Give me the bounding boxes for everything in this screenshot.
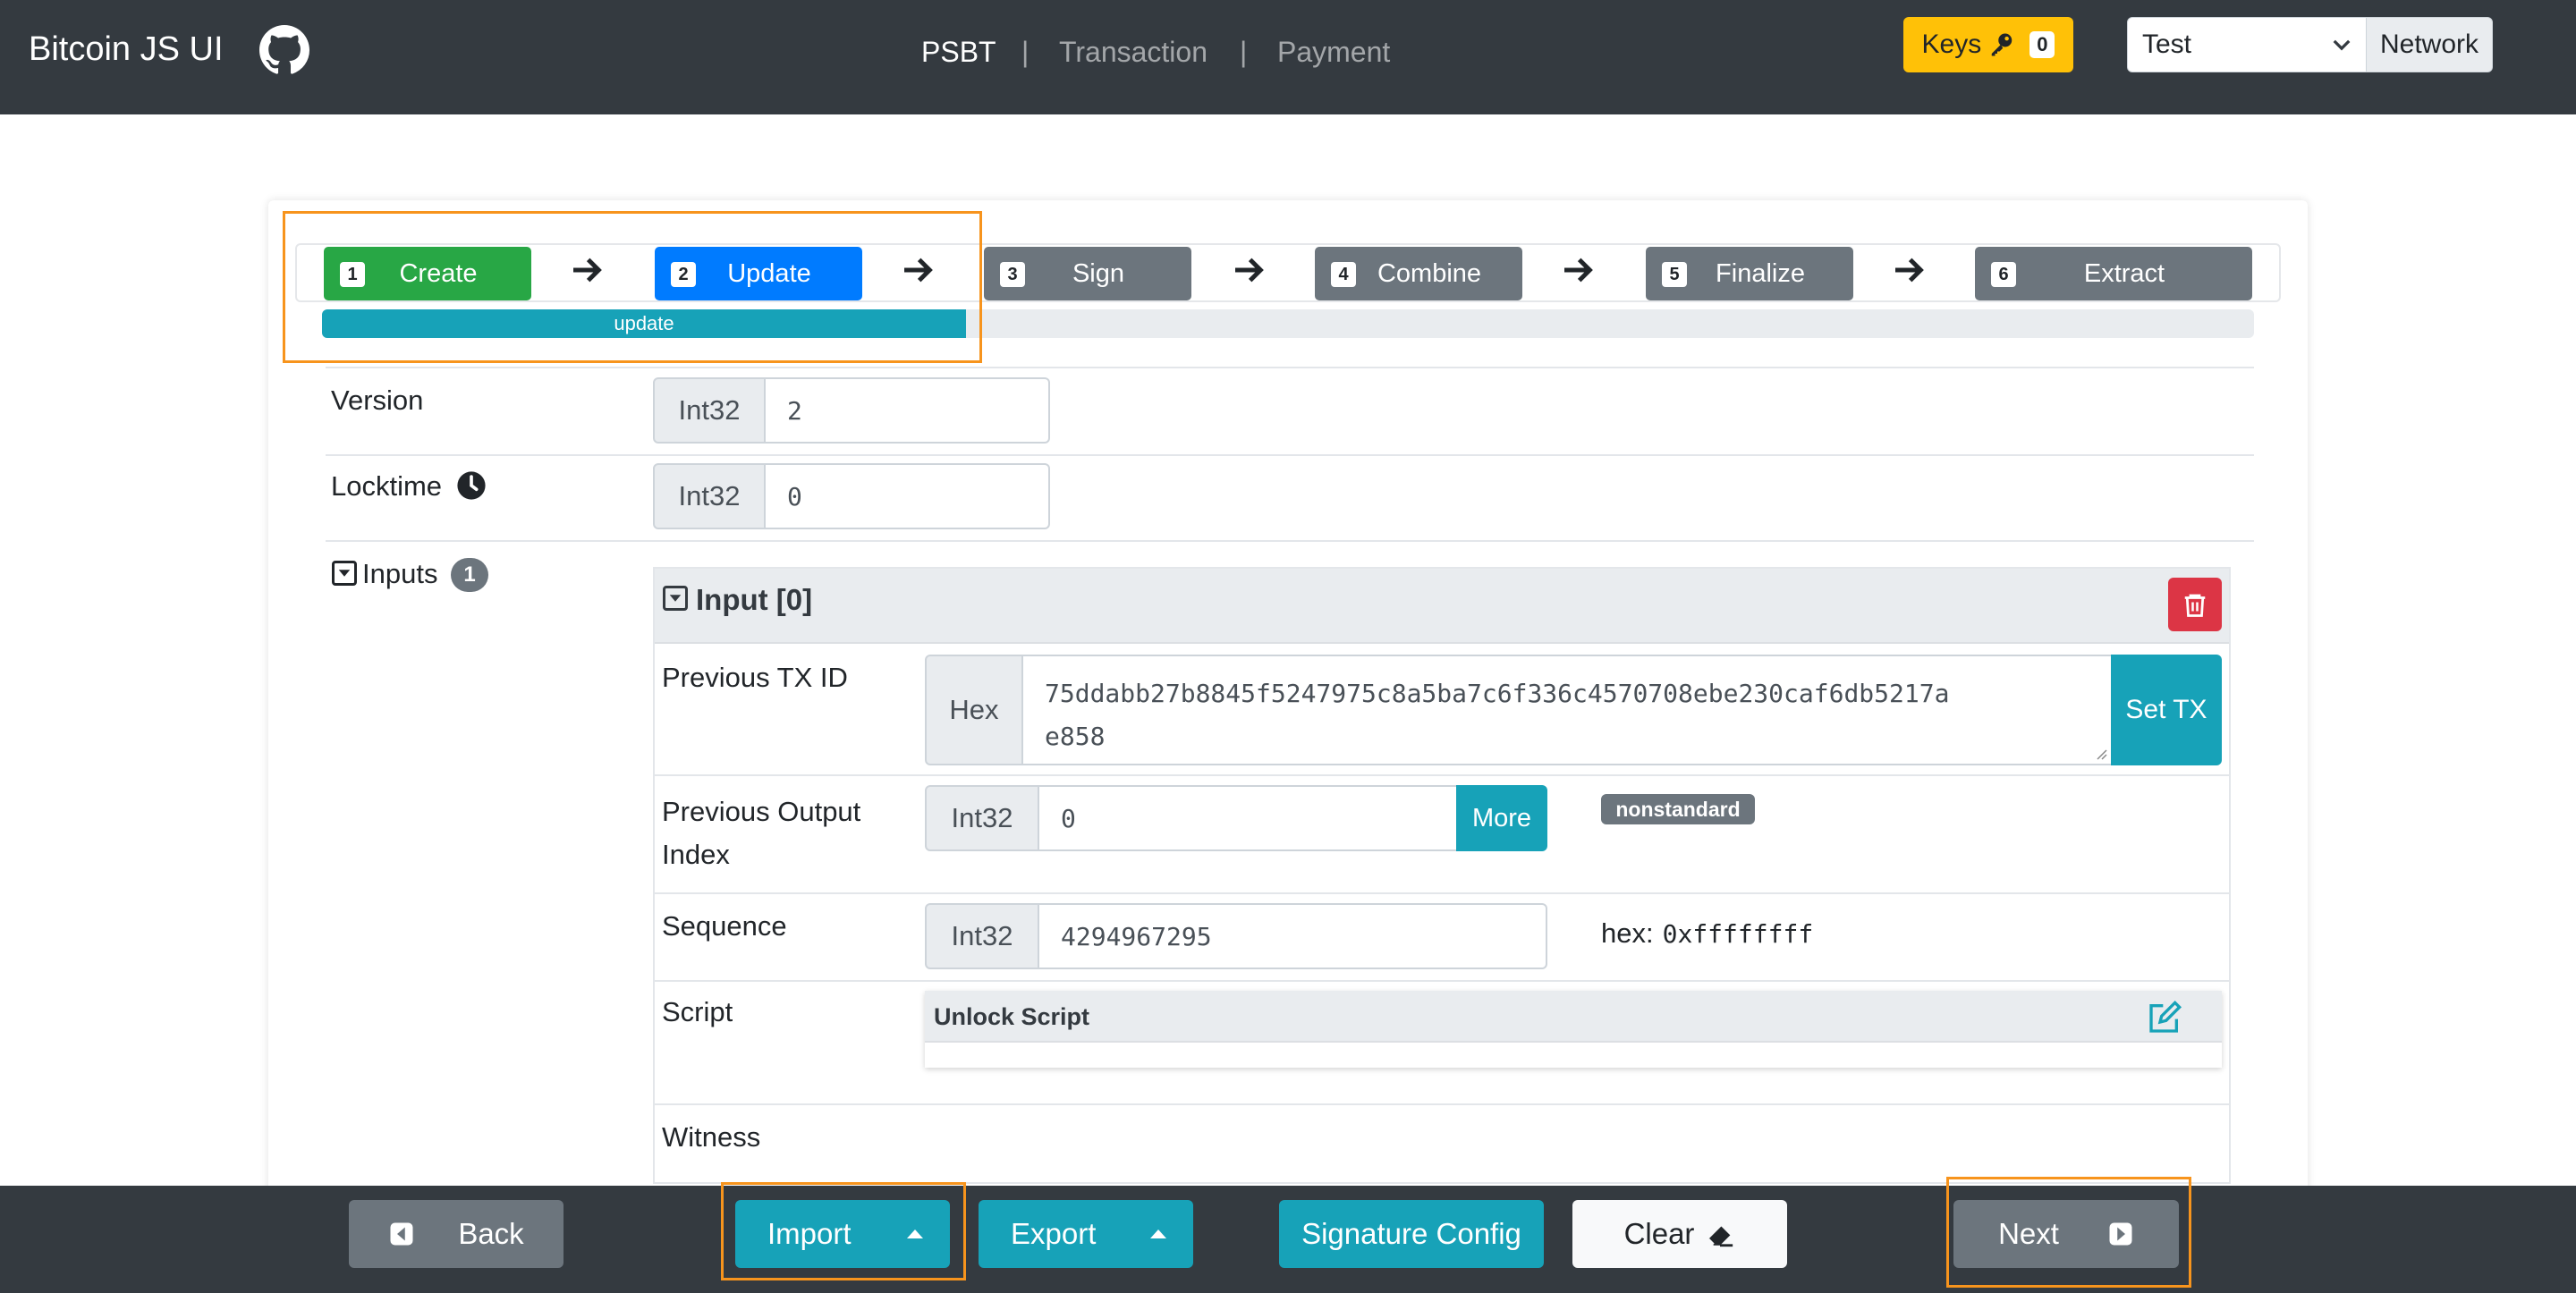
script-label: Script <box>662 996 733 1027</box>
eraser-icon <box>1707 1226 1733 1247</box>
chevron-down-icon <box>2333 39 2351 51</box>
unlock-script-header <box>925 991 2222 1043</box>
highlight-box <box>283 211 982 363</box>
prev-txid-type-label: Hex <box>925 655 1023 765</box>
divider <box>655 892 2229 894</box>
input-0-title: Input [0] <box>696 583 813 616</box>
arrow-right-icon <box>1235 258 1264 283</box>
resize-handle-icon[interactable] <box>2093 746 2107 760</box>
witness-label: Witness <box>662 1121 761 1153</box>
step-number: 5 <box>1662 262 1687 287</box>
prev-index-label-line2: Index <box>662 839 730 870</box>
divider <box>326 454 2254 456</box>
prev-txid-input-group: Hex 75ddabb27b8845f5247975c8a5ba7c6f336c… <box>925 655 2222 765</box>
clock-icon[interactable] <box>456 470 487 501</box>
divider <box>655 980 2229 982</box>
prev-index-input[interactable]: 0 <box>1039 785 1456 851</box>
inputs-count-badge: 1 <box>451 558 488 592</box>
back-button[interactable]: Back <box>349 1200 564 1268</box>
clear-label: Clear <box>1623 1217 1695 1250</box>
arrow-right-icon <box>1895 258 1924 283</box>
delete-input-button[interactable] <box>2168 578 2222 631</box>
step-number: 4 <box>1331 262 1356 287</box>
more-button[interactable]: More <box>1456 785 1547 851</box>
locktime-input-group: Int32 0 <box>653 463 1050 529</box>
collapse-icon[interactable] <box>331 560 358 587</box>
keys-label: Keys <box>1921 30 1982 59</box>
inputs-label: Inputs <box>362 558 438 589</box>
prev-txid-textarea[interactable]: 75ddabb27b8845f5247975c8a5ba7c6f336c4570… <box>1023 655 2111 765</box>
locktime-label: Locktime <box>331 470 443 502</box>
nav-separator: | <box>1021 36 1030 68</box>
export-button[interactable]: Export <box>979 1200 1193 1268</box>
version-input[interactable]: 2 <box>766 377 1050 444</box>
highlight-box <box>1946 1177 2191 1288</box>
nav-separator: | <box>1240 36 1248 68</box>
version-input-group: Int32 2 <box>653 377 1050 444</box>
sequence-input-group: Int32 4294967295 <box>925 903 1547 969</box>
set-tx-button[interactable]: Set TX <box>2111 655 2222 765</box>
step-label: Extract <box>2083 258 2165 288</box>
prev-index-label: Previous Output Index <box>662 790 860 876</box>
network-label: Network <box>2366 17 2493 72</box>
signature-config-button[interactable]: Signature Config <box>1279 1200 1544 1268</box>
back-label: Back <box>458 1217 524 1250</box>
step-combine[interactable]: 4 Combine <box>1315 247 1522 300</box>
prev-txid-line2: e858 <box>1045 722 1106 751</box>
app-title[interactable]: Bitcoin JS UI <box>29 30 224 69</box>
step-finalize[interactable]: 5 Finalize <box>1646 247 1853 300</box>
step-extract[interactable]: 6 Extract <box>1975 247 2252 300</box>
export-label: Export <box>1011 1217 1097 1250</box>
step-number: 3 <box>1000 262 1025 287</box>
divider <box>655 1103 2229 1105</box>
caret-left-icon <box>390 1222 413 1246</box>
prev-index-input-group: Int32 0 More <box>925 785 1547 851</box>
network-selected-value: Test <box>2142 30 2192 59</box>
unlock-script-title: Unlock Script <box>934 1003 1090 1030</box>
step-number: 6 <box>1991 262 2016 287</box>
sequence-hex-label: hex: <box>1601 917 1654 949</box>
prev-index-type-label: Int32 <box>925 785 1039 851</box>
prev-txid-line1: 75ddabb27b8845f5247975c8a5ba7c6f336c4570… <box>1045 679 1950 708</box>
step-sign[interactable]: 3 Sign <box>984 247 1191 300</box>
divider <box>655 774 2229 776</box>
script-type-badge: nonstandard <box>1601 794 1755 824</box>
keys-count-badge: 0 <box>2029 31 2055 58</box>
github-icon[interactable] <box>259 25 309 75</box>
divider <box>326 367 2254 368</box>
sequence-input[interactable]: 4294967295 <box>1039 903 1547 969</box>
arrow-right-icon <box>1564 258 1593 283</box>
nav-transaction[interactable]: Transaction <box>1059 36 1208 69</box>
collapse-icon[interactable] <box>662 585 689 612</box>
trash-icon <box>2184 594 2206 617</box>
edit-icon[interactable] <box>2147 1000 2182 1035</box>
network-select[interactable]: Test <box>2127 17 2367 72</box>
caret-up-icon <box>1150 1230 1166 1238</box>
keys-button[interactable]: Keys 0 <box>1903 17 2073 72</box>
nav-psbt[interactable]: PSBT <box>921 36 996 69</box>
prev-index-label-line1: Previous Output <box>662 796 861 827</box>
clear-button[interactable]: Clear <box>1572 1200 1787 1268</box>
nav-payment[interactable]: Payment <box>1277 36 1390 69</box>
input-0-header <box>655 569 2229 644</box>
locktime-type-label: Int32 <box>653 463 766 529</box>
locktime-input[interactable]: 0 <box>766 463 1050 529</box>
version-label: Version <box>331 385 424 416</box>
key-icon <box>1991 33 2012 56</box>
sequence-type-label: Int32 <box>925 903 1039 969</box>
sequence-label: Sequence <box>662 910 787 942</box>
highlight-box <box>721 1182 966 1280</box>
sequence-hex-value: 0xffffffff <box>1662 919 1814 949</box>
prev-txid-label: Previous TX ID <box>662 662 848 693</box>
divider <box>326 540 2254 542</box>
version-type-label: Int32 <box>653 377 766 444</box>
sequence-hex: hex: 0xffffffff <box>1601 917 1813 950</box>
